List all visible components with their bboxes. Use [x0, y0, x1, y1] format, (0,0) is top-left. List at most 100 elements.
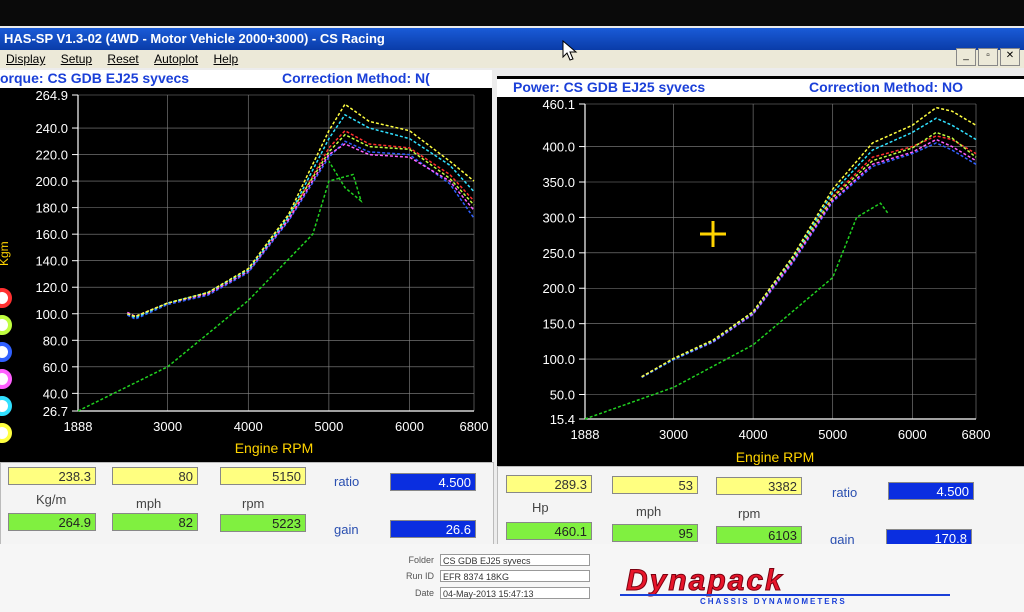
power-y-tick-label: 400.0: [542, 140, 575, 155]
torque-series-6: [77, 160, 363, 412]
power-y-tick-label: 300.0: [542, 210, 575, 225]
menu-setup[interactable]: Setup: [55, 50, 98, 68]
dynapack-logo: Dynapack CHASSIS DYNAMOMETERS: [620, 564, 950, 606]
power-series-0: [641, 135, 977, 378]
torque-x-tick-label: 5000: [314, 419, 343, 434]
torque-y-tick-label: 240.0: [35, 121, 68, 136]
power-plot-header: Power: CS GDB EJ25 syvecs Correction Met…: [497, 79, 1024, 97]
power-x-tick-label: 4000: [739, 427, 768, 442]
date-value: 04-May-2013 15:47:13: [440, 587, 590, 599]
power-x-tick-label: 1888: [571, 427, 600, 442]
window-controls: _ ▫ ✕: [956, 48, 1020, 66]
power-x-tick-label: 3000: [659, 427, 688, 442]
power-current-value: 289.3: [506, 475, 592, 493]
power-x-axis-label: Engine RPM: [736, 449, 815, 465]
torque-x-tick-label: 6800: [460, 419, 489, 434]
torque-chart[interactable]: 1888 3000 4000 5000 6000 6800 264.9 240.0 220.0 2…: [0, 88, 492, 462]
torque-grid: [72, 94, 475, 412]
power-y-tick-label: 50.0: [550, 387, 575, 402]
torque-legend-swatch-2: [0, 342, 12, 362]
torque-x-axis-label: Engine RPM: [235, 440, 314, 456]
torque-y-tick-label: 60.0: [43, 360, 68, 375]
torque-series-5: [127, 103, 475, 318]
rpm-current-value-right: 3382: [716, 477, 802, 495]
power-series-6: [584, 202, 890, 420]
mph-label: mph: [136, 496, 162, 511]
power-series-3: [641, 138, 977, 378]
torque-series-2: [126, 140, 475, 320]
power-series-2: [641, 142, 977, 379]
torque-y-axis-label: Kgm: [0, 241, 11, 266]
mouse-cursor-icon: [562, 40, 578, 61]
mph-label-right: mph: [636, 504, 662, 519]
mph-peak-value: 82: [112, 513, 198, 531]
mph-peak-value-right: 95: [612, 524, 698, 542]
menu-bar: Display Setup Reset Autoplot Help: [0, 50, 1024, 68]
power-y-tick-label: 350.0: [542, 175, 575, 190]
minimize-button[interactable]: _: [956, 48, 976, 66]
gain-label: gain: [334, 522, 359, 537]
rpm-label-right: rpm: [738, 506, 761, 521]
torque-correction-method: Correction Method: N(: [282, 70, 430, 86]
torque-y-tick-label: 26.7: [43, 404, 68, 419]
restore-button[interactable]: ▫: [978, 48, 998, 66]
torque-x-tick-label: 3000: [153, 419, 182, 434]
rpm-current-value: 5150: [220, 467, 306, 485]
power-y-tick-label: 100.0: [542, 352, 575, 367]
torque-legend-swatch-3: [0, 369, 12, 389]
power-series-1: [641, 131, 977, 378]
torque-x-tick-label: 4000: [234, 419, 263, 434]
torque-legend-swatch-0: [0, 288, 12, 308]
power-y-tick-label: 15.4: [550, 412, 575, 427]
ratio-label-right: ratio: [832, 485, 858, 500]
crosshair-cursor-icon: [700, 221, 726, 247]
torque-series-3: [126, 143, 475, 318]
menu-help[interactable]: Help: [208, 50, 245, 68]
power-y-tick-label: 250.0: [542, 246, 575, 261]
torque-x-tick-label: 1888: [64, 419, 93, 434]
torque-legend-swatch-4: [0, 396, 12, 416]
torque-series-1: [127, 133, 475, 318]
torque-y-tick-label: 140.0: [35, 254, 68, 269]
power-y-tick-label: 150.0: [542, 317, 575, 332]
torque-y-tick-label: 100.0: [35, 307, 68, 322]
rpm-label: rpm: [242, 496, 265, 511]
torque-legend-swatch-5: [0, 423, 12, 443]
menu-autoplot[interactable]: Autoplot: [148, 50, 204, 68]
window-title: HAS-SP V1.3-02 (4WD - Motor Vehicle 2000…: [4, 31, 385, 46]
power-plot-title: Power: CS GDB EJ25 syvecs: [513, 79, 706, 95]
torque-y-tick-label: 120.0: [35, 280, 68, 295]
torque-x-tick-label: 6000: [395, 419, 424, 434]
power-unit-label: Hp: [532, 500, 549, 515]
rpm-peak-value-right: 6103: [716, 526, 802, 544]
power-y-tick-label: 460.1: [542, 97, 575, 112]
run-id-label: Run ID: [405, 571, 434, 581]
folder-value: CS GDB EJ25 syvecs: [440, 554, 590, 566]
date-label: Date: [414, 588, 434, 598]
power-peak-value: 460.1: [506, 522, 592, 540]
torque-current-value: 238.3: [8, 467, 96, 485]
close-button[interactable]: ✕: [1000, 48, 1020, 66]
torque-y-tick-label: 220.0: [35, 148, 68, 163]
logo-subtitle: CHASSIS DYNAMOMETERS: [700, 597, 847, 606]
menu-reset[interactable]: Reset: [101, 50, 144, 68]
rpm-peak-value: 5223: [220, 514, 306, 532]
menu-display[interactable]: Display: [0, 50, 51, 68]
power-y-tick-label: 200.0: [542, 281, 575, 296]
torque-y-tick-label: 264.9: [35, 88, 68, 103]
power-x-tick-label: 6000: [898, 427, 927, 442]
torque-plot-header: orque: CS GDB EJ25 syvecs Correction Met…: [0, 70, 492, 88]
ratio-value: 4.500: [390, 473, 476, 491]
ratio-label: ratio: [334, 474, 360, 489]
torque-y-tick-label: 160.0: [35, 227, 68, 242]
torque-y-tick-label: 40.0: [43, 386, 68, 401]
title-bar: HAS-SP V1.3-02 (4WD - Motor Vehicle 2000…: [0, 28, 1024, 50]
power-x-tick-label: 6800: [962, 427, 991, 442]
power-chart[interactable]: 1888 3000 4000 5000 6000 6800 460.1 400.0 350.0 3…: [497, 97, 1024, 466]
power-series-4: [641, 117, 977, 378]
power-x-tick-label: 5000: [818, 427, 847, 442]
run-id-value: EFR 8374 18KG: [440, 570, 590, 582]
mph-current-value-right: 53: [612, 476, 698, 494]
torque-peak-value: 264.9: [8, 513, 96, 531]
gain-value: 26.6: [390, 520, 476, 538]
